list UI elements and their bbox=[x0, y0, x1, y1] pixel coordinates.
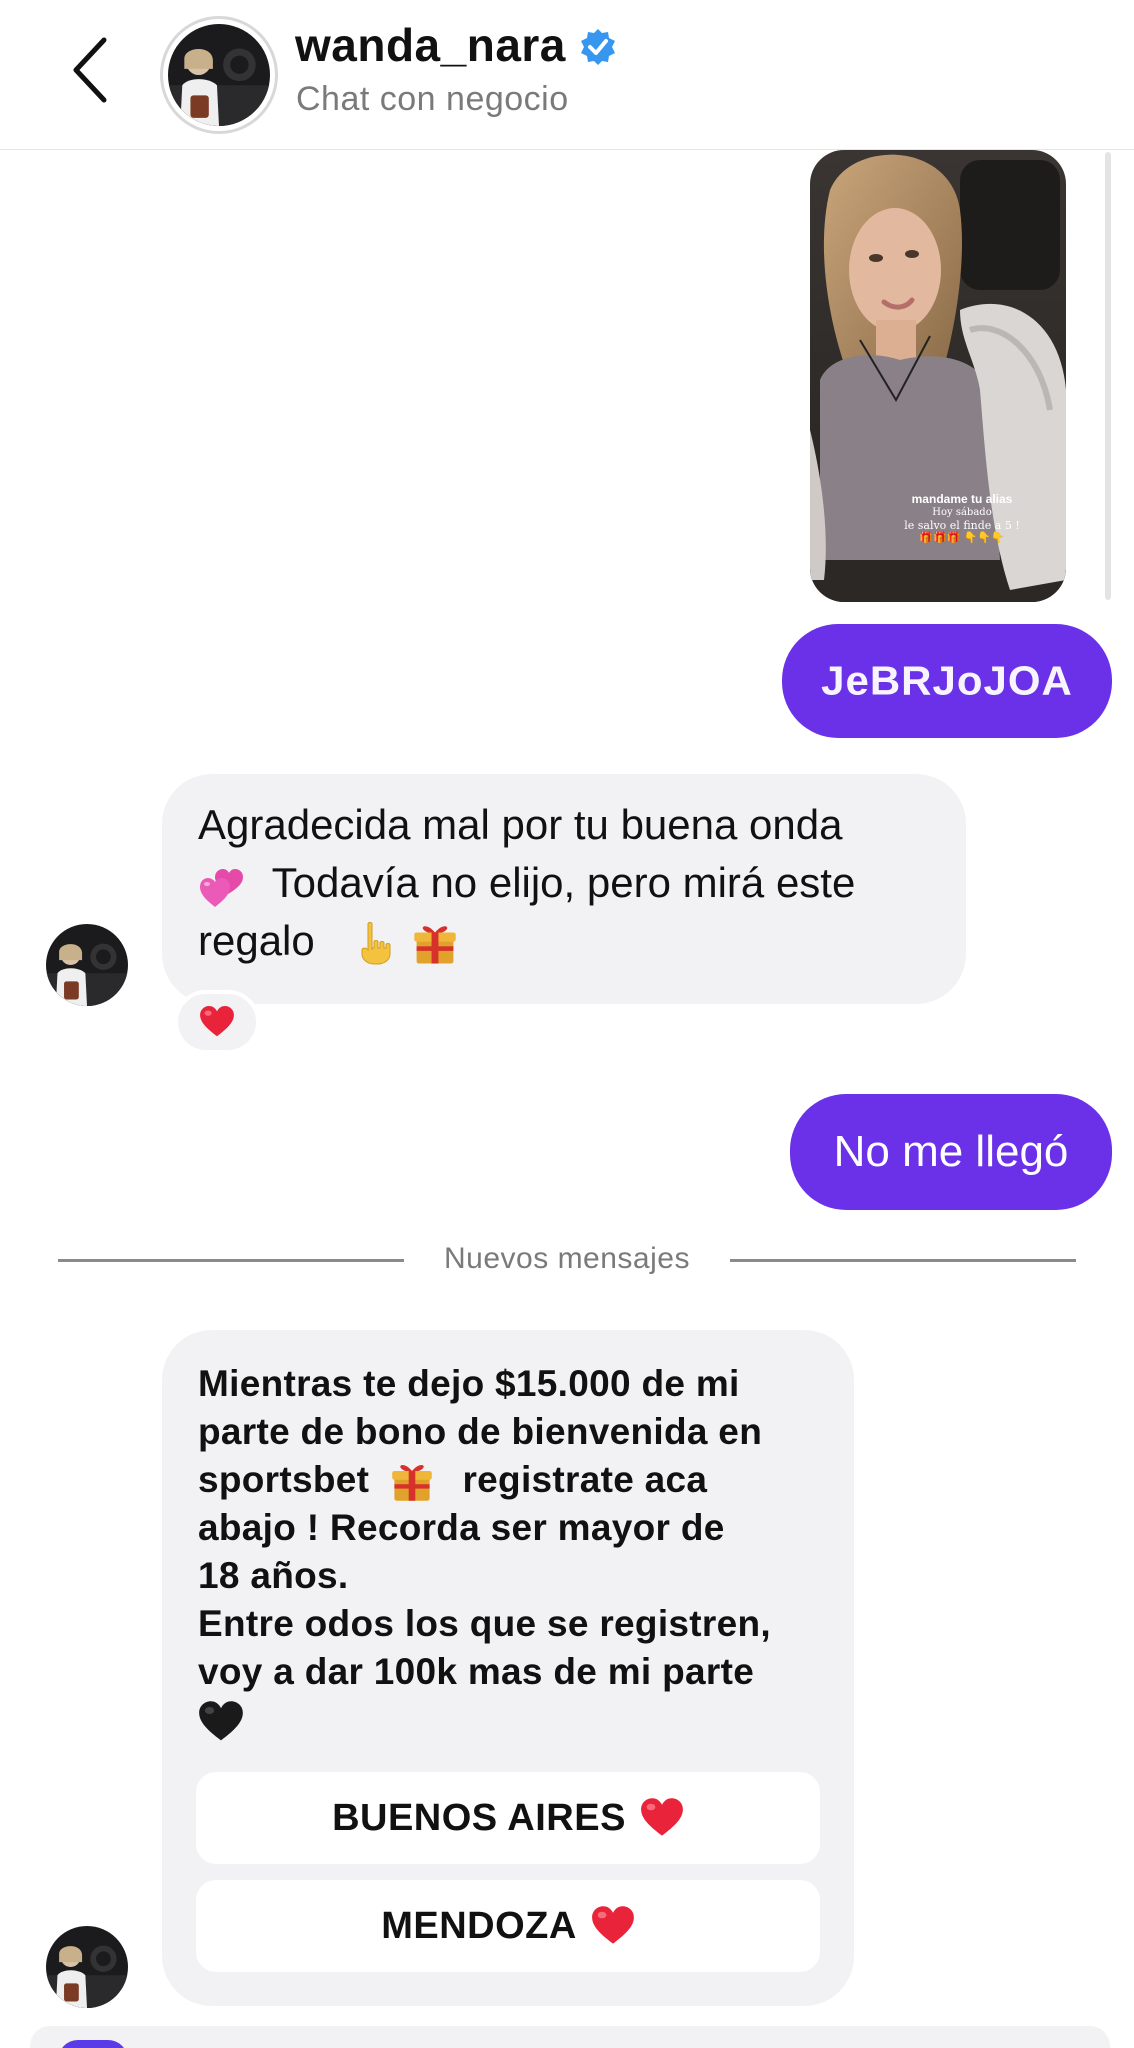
sender-avatar[interactable] bbox=[46, 924, 128, 1006]
incoming-message[interactable]: Agradecida mal por tu buena onda Todavía… bbox=[162, 774, 966, 1004]
avatar-image bbox=[46, 924, 128, 1006]
message-line bbox=[198, 1696, 818, 1744]
gift-icon bbox=[390, 1460, 434, 1504]
message-line-text: regalo bbox=[198, 917, 315, 964]
avatar-image bbox=[168, 24, 270, 126]
quick-reply-mendoza[interactable]: MENDOZA bbox=[196, 1880, 820, 1972]
heart-icon bbox=[199, 1006, 235, 1038]
scrollbar[interactable] bbox=[1105, 152, 1111, 600]
message-composer[interactable] bbox=[30, 2026, 1110, 2048]
message-line-text: sportsbet bbox=[198, 1459, 370, 1500]
message-line: voy a dar 100k mas de mi parte bbox=[198, 1651, 755, 1693]
message-line: Agradecida mal por tu buena onda bbox=[198, 801, 843, 848]
username: wanda_nara bbox=[295, 19, 566, 71]
message-line: parte de bono de bienvenida en bbox=[198, 1411, 763, 1452]
story-caption-4: 🎁🎁🎁 👇👇👇 bbox=[919, 532, 1005, 544]
quick-reply-buenos-aires[interactable]: BUENOS AIRES bbox=[196, 1772, 820, 1864]
message-line-text: Todavía no elijo, pero mirá este bbox=[271, 859, 856, 906]
story-caption-1: mandame tu alias bbox=[911, 492, 1013, 506]
two-hearts-icon bbox=[198, 864, 246, 908]
pointing-down-icon bbox=[356, 920, 392, 968]
heart-icon bbox=[591, 1906, 635, 1946]
black-heart-icon bbox=[198, 1701, 244, 1743]
divider-label: Nuevos mensajes bbox=[444, 1242, 690, 1275]
quick-reply-label: MENDOZA bbox=[381, 1904, 577, 1947]
chat-header: wanda_nara Chat con negocio bbox=[0, 0, 1134, 150]
heart-reaction[interactable] bbox=[174, 990, 260, 1054]
message-line: Todavía no elijo, pero mirá este bbox=[198, 854, 930, 912]
story-caption-2: Hoy sábado bbox=[932, 507, 992, 518]
gift-icon bbox=[412, 921, 458, 967]
chevron-left-icon bbox=[73, 37, 107, 103]
profile-avatar[interactable] bbox=[160, 16, 278, 134]
sender-avatar[interactable] bbox=[46, 1926, 128, 2008]
verified-badge-icon bbox=[580, 29, 615, 65]
message-text: No me llegó bbox=[833, 1127, 1069, 1176]
back-button[interactable] bbox=[62, 32, 122, 108]
message-line: 18 años. bbox=[198, 1555, 349, 1597]
avatar-image bbox=[46, 1926, 128, 2008]
message-text: JeBRJoJOA bbox=[821, 657, 1073, 704]
new-messages-divider: Nuevos mensajes bbox=[58, 1240, 1076, 1280]
message-line-text: registrate aca bbox=[462, 1459, 708, 1500]
story-reply-image[interactable]: mandame tu alias Hoy sábado le salvo el … bbox=[810, 150, 1066, 602]
message-line: Entre odos los que se registren, bbox=[198, 1603, 771, 1645]
outgoing-message[interactable]: No me llegó bbox=[790, 1094, 1112, 1210]
outgoing-message[interactable]: JeBRJoJOA bbox=[782, 624, 1112, 738]
divider-line bbox=[58, 1259, 404, 1262]
message-line: sportsbet registrate aca bbox=[198, 1456, 818, 1504]
profile-name[interactable]: wanda_nara bbox=[295, 18, 618, 72]
message-line: abajo ! Recorda ser mayor de bbox=[198, 1507, 725, 1549]
divider-line bbox=[730, 1259, 1076, 1262]
heart-icon bbox=[640, 1798, 684, 1838]
quick-reply-label: BUENOS AIRES bbox=[332, 1796, 626, 1839]
message-line: regalo bbox=[198, 912, 930, 970]
chat-subtitle: Chat con negocio bbox=[296, 80, 569, 118]
message-line: Mientras te dejo $15.000 de mi bbox=[198, 1363, 740, 1404]
chat-thread[interactable]: mandame tu alias Hoy sábado le salvo el … bbox=[0, 150, 1134, 2048]
